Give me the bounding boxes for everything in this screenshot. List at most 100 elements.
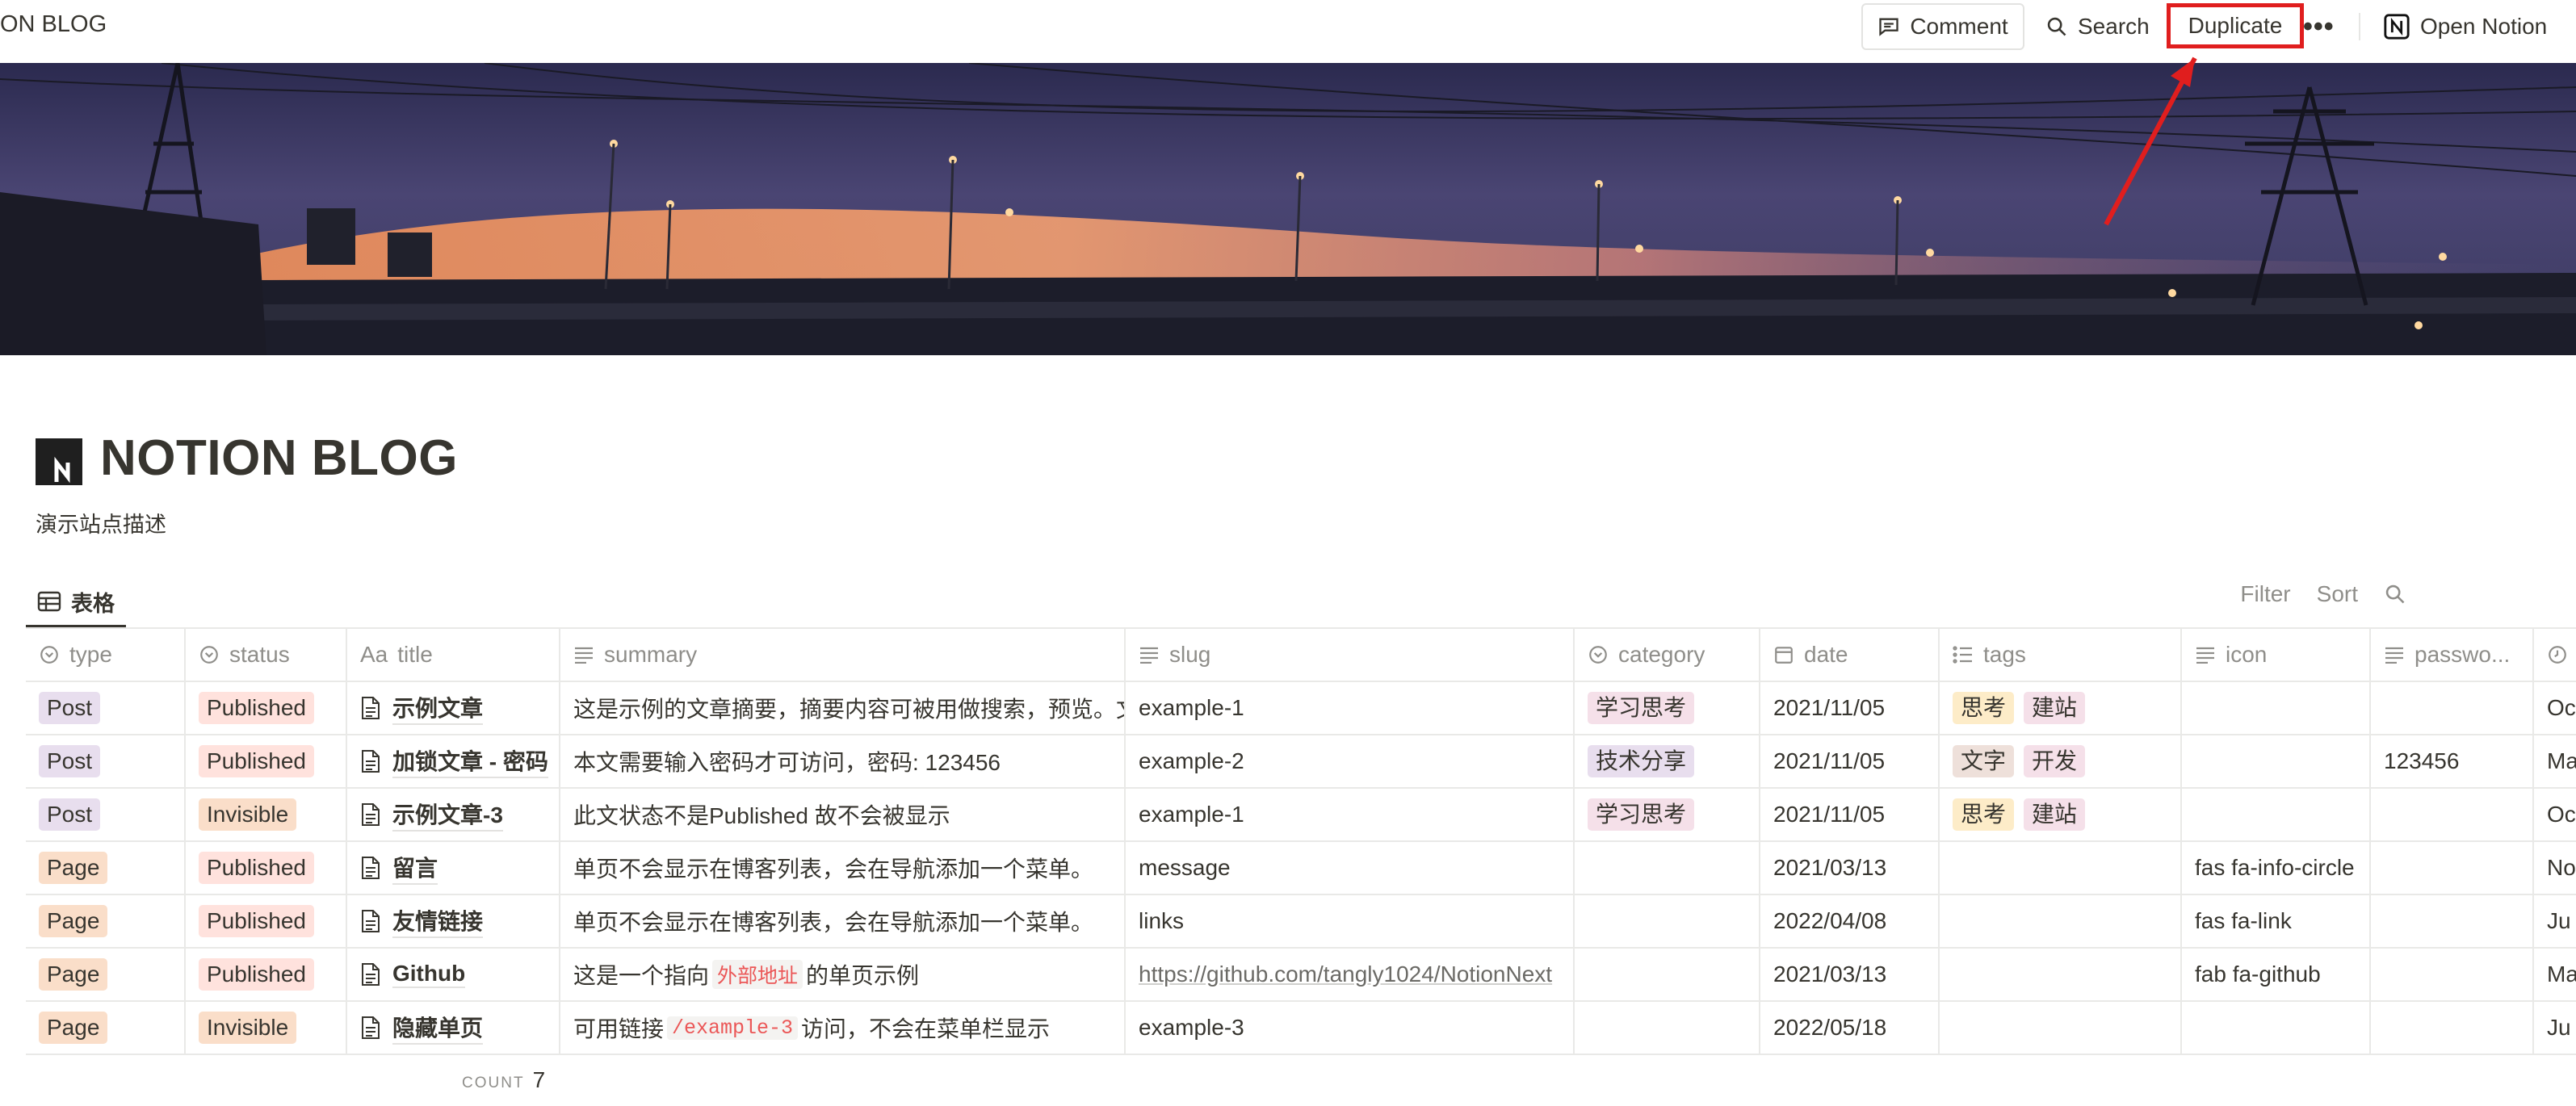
cell-password[interactable] [2371, 842, 2534, 894]
cell-category[interactable]: 学习思考 [1575, 789, 1760, 840]
column-header-date[interactable]: date [1760, 629, 1940, 681]
cell-password[interactable] [2371, 895, 2534, 947]
cell-category[interactable] [1575, 895, 1760, 947]
column-header-password[interactable]: passwo... [2371, 629, 2534, 681]
cell-slug[interactable]: example-2 [1126, 735, 1575, 787]
cell-tags[interactable]: 思考 建站 [1940, 789, 2182, 840]
cell-created[interactable]: Ma [2534, 949, 2576, 1000]
cell-title[interactable]: 加锁文章 - 密码 [347, 735, 560, 787]
cell-password[interactable]: 123456 [2371, 735, 2534, 787]
page-title-link[interactable]: 示例文章 [392, 691, 484, 725]
cell-created[interactable]: Oc [2534, 682, 2576, 734]
page-title-link[interactable]: 加锁文章 - 密码 [392, 744, 548, 778]
cell-status[interactable]: Published [186, 949, 347, 1000]
cell-title[interactable]: Github [347, 949, 560, 1000]
cell-date[interactable]: 2021/03/13 [1760, 842, 1940, 894]
cell-tags[interactable] [1940, 842, 2182, 894]
tag-pill[interactable]: 开发 [2024, 745, 2086, 777]
cell-title[interactable]: 示例文章-3 [347, 789, 560, 840]
table-row[interactable]: Page Published 留言 单页不会显示在博客列表，会在导航添加一个菜单。 me… [26, 842, 2576, 895]
column-header-title[interactable]: Aa title [347, 629, 560, 681]
page-title[interactable]: NOTION BLOG [100, 429, 458, 487]
cell-slug[interactable]: example-1 [1126, 789, 1575, 840]
cell-status[interactable]: Invisible [186, 1002, 347, 1054]
table-row[interactable]: Post Published 加锁文章 - 密码 本文需要输入密码才可访问，密码: 1… [26, 735, 2576, 789]
page-title-link[interactable]: 示例文章-3 [392, 798, 503, 832]
sort-button[interactable]: Sort [2317, 581, 2358, 607]
cell-icon[interactable]: fas fa-link [2182, 895, 2371, 947]
cell-category[interactable]: 学习思考 [1575, 682, 1760, 734]
cell-tags[interactable]: 思考 建站 [1940, 682, 2182, 734]
cell-created[interactable]: Ma [2534, 735, 2576, 787]
cell-icon[interactable] [2182, 735, 2371, 787]
duplicate-button[interactable]: Duplicate [2167, 3, 2304, 48]
cell-type[interactable]: Page [26, 1002, 186, 1054]
cell-date[interactable]: 2022/05/18 [1760, 1002, 1940, 1054]
cell-tags[interactable] [1940, 949, 2182, 1000]
tag-pill[interactable]: 建站 [2024, 692, 2086, 724]
cell-created[interactable]: No [2534, 842, 2576, 894]
cell-category[interactable] [1575, 1002, 1760, 1054]
breadcrumb[interactable]: ON BLOG [0, 11, 107, 38]
comment-button[interactable]: Comment [1861, 3, 2024, 50]
cell-icon[interactable] [2182, 682, 2371, 734]
search-icon[interactable] [2384, 583, 2406, 605]
column-header-type[interactable]: type [26, 629, 186, 681]
tag-pill[interactable]: 文字 [1953, 745, 2015, 777]
cell-summary[interactable]: 单页不会显示在博客列表，会在导航添加一个菜单。 [560, 842, 1126, 894]
table-row[interactable]: Page Invisible 隐藏单页 可用链接/example-3 访问，不会在菜单栏… [26, 1002, 2576, 1055]
cell-icon[interactable]: fab fa-github [2182, 949, 2371, 1000]
cell-type[interactable]: Page [26, 949, 186, 1000]
column-header-tags[interactable]: tags [1940, 629, 2182, 681]
cell-type[interactable]: Page [26, 842, 186, 894]
cell-category[interactable] [1575, 949, 1760, 1000]
cell-type[interactable]: Post [26, 789, 186, 840]
cell-type[interactable]: Post [26, 682, 186, 734]
more-options-button[interactable]: ••• [2303, 3, 2335, 50]
page-title-link[interactable]: 隐藏单页 [392, 1011, 484, 1045]
cell-password[interactable] [2371, 1002, 2534, 1054]
cell-slug[interactable]: message [1126, 842, 1575, 894]
cell-category[interactable]: 技术分享 [1575, 735, 1760, 787]
table-row[interactable]: Post Invisible 示例文章-3 此文状态不是Published 故不会被显… [26, 789, 2576, 842]
cell-summary[interactable]: 本文需要输入密码才可访问，密码: 123456 [560, 735, 1126, 787]
page-title-link[interactable]: 友情链接 [392, 904, 484, 938]
cell-title[interactable]: 示例文章 [347, 682, 560, 734]
cell-slug[interactable]: links [1126, 895, 1575, 947]
cell-type[interactable]: Page [26, 895, 186, 947]
cell-title[interactable]: 留言 [347, 842, 560, 894]
cell-password[interactable] [2371, 682, 2534, 734]
open-notion-button[interactable]: Open Notion [2383, 3, 2547, 50]
cell-date[interactable]: 2021/11/05 [1760, 789, 1940, 840]
cell-date[interactable]: 2021/11/05 [1760, 682, 1940, 734]
cell-created[interactable]: Ju [2534, 895, 2576, 947]
cell-summary[interactable]: 这是示例的文章摘要，摘要内容可被用做搜索，预览。文 [560, 682, 1126, 734]
cell-status[interactable]: Published [186, 735, 347, 787]
tag-pill[interactable]: 建站 [2024, 798, 2086, 831]
page-title-link[interactable]: Github [392, 961, 466, 988]
cell-status[interactable]: Published [186, 895, 347, 947]
filter-button[interactable]: Filter [2240, 581, 2290, 607]
cell-date[interactable]: 2021/03/13 [1760, 949, 1940, 1000]
cell-password[interactable] [2371, 949, 2534, 1000]
cell-tags[interactable] [1940, 1002, 2182, 1054]
cell-status[interactable]: Published [186, 842, 347, 894]
cell-status[interactable]: Published [186, 682, 347, 734]
cell-tags[interactable] [1940, 895, 2182, 947]
notion-page-icon[interactable] [36, 438, 82, 485]
cell-type[interactable]: Post [26, 735, 186, 787]
table-row[interactable]: Post Published 示例文章 这是示例的文章摘要，摘要内容可被用做搜索，预览… [26, 682, 2576, 735]
cell-tags[interactable]: 文字 开发 [1940, 735, 2182, 787]
cell-summary[interactable]: 这是一个指向 外部地址 的单页示例 [560, 949, 1126, 1000]
cell-title[interactable]: 友情链接 [347, 895, 560, 947]
cell-created[interactable]: Ju [2534, 1002, 2576, 1054]
cell-date[interactable]: 2022/04/08 [1760, 895, 1940, 947]
cell-slug[interactable]: example-1 [1126, 682, 1575, 734]
cell-password[interactable] [2371, 789, 2534, 840]
tab-table-view[interactable]: 表格 [26, 578, 126, 628]
cell-date[interactable]: 2021/11/05 [1760, 735, 1940, 787]
cell-summary[interactable]: 此文状态不是Published 故不会被显示 [560, 789, 1126, 840]
page-title-link[interactable]: 留言 [392, 851, 438, 885]
column-header-category[interactable]: category [1575, 629, 1760, 681]
search-button[interactable]: Search [2045, 3, 2150, 50]
